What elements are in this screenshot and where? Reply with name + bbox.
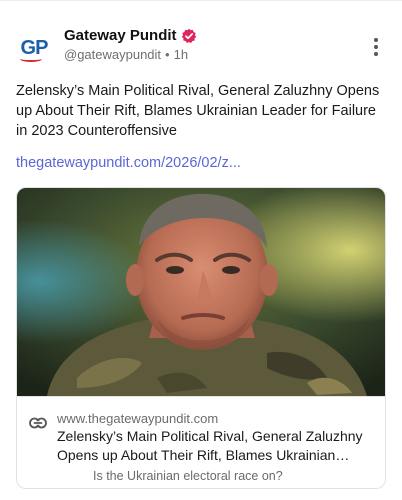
name-row: Gateway Pundit bbox=[64, 27, 197, 44]
avatar[interactable]: GP bbox=[16, 30, 52, 66]
link-preview-card[interactable]: www.thegatewaypundit.com Zelensky’s Main… bbox=[16, 187, 386, 489]
post-timestamp[interactable]: 1h bbox=[174, 47, 188, 62]
link-icon bbox=[29, 417, 47, 429]
link-card-domain: www.thegatewaypundit.com bbox=[57, 411, 219, 426]
more-dot bbox=[374, 38, 378, 42]
post-link[interactable]: thegatewaypundit.com/2026/02/z... bbox=[16, 155, 386, 171]
link-card-title: Zelensky’s Main Political Rival, General… bbox=[57, 428, 363, 463]
link-card-description: Is the Ukrainian electoral race on? bbox=[93, 469, 283, 483]
author-display-name[interactable]: Gateway Pundit bbox=[64, 27, 177, 44]
post-text: Zelensky’s Main Political Rival, General… bbox=[16, 83, 380, 139]
link-preview-footer: www.thegatewaypundit.com Zelensky’s Main… bbox=[17, 396, 385, 488]
verified-badge-icon bbox=[181, 28, 196, 43]
more-vertical-icon[interactable] bbox=[366, 35, 386, 59]
author-handle[interactable]: @gatewaypundit bbox=[64, 47, 161, 62]
post-card: GP Gateway Pundit @gatewaypundit • 1h Ze… bbox=[0, 0, 402, 500]
more-dot bbox=[374, 52, 378, 56]
post-header: GP Gateway Pundit @gatewaypundit • 1h bbox=[16, 27, 386, 67]
link-preview-image bbox=[17, 188, 385, 396]
more-dot bbox=[374, 45, 378, 49]
avatar-swoosh bbox=[20, 56, 42, 62]
meta-separator: • bbox=[165, 47, 170, 62]
author-meta: @gatewaypundit • 1h bbox=[64, 47, 188, 62]
